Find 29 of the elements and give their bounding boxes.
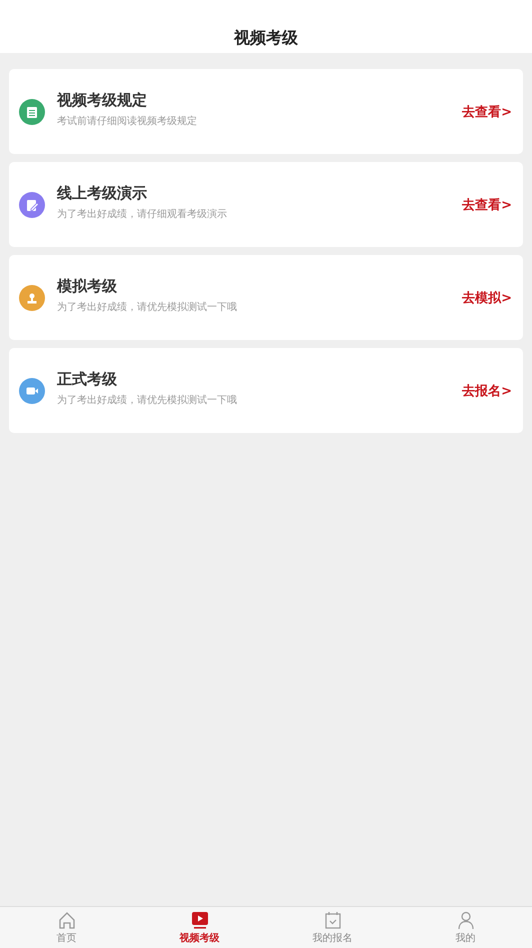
card-link[interactable]: 去查看> [462,196,512,214]
edit-icon [19,192,45,218]
tab[interactable]: 视频考级 [133,907,266,948]
user-icon [456,910,476,930]
card-title: 正式考级 [57,370,118,389]
card-subtitle: 为了考出好成绩，请仔细观看考级演示 [57,208,228,221]
card-subtitle: 为了考出好成绩，请优先模拟测试一下哦 [57,394,238,407]
stamp-icon [19,284,45,310]
entry-card[interactable]: 线上考级演示 为了考出好成绩，请仔细观看考级演示 去查看> [9,162,523,247]
card-title: 模拟考级 [57,277,118,296]
card-subtitle: 考试前请仔细阅读视频考级规定 [57,114,198,128]
video-camera-icon [19,378,45,404]
page-title: 视频考级 [234,28,298,49]
card-title: 线上考级演示 [57,184,148,203]
card-link[interactable]: 去模拟> [462,288,512,306]
play-icon [190,910,210,930]
card-title: 视频考级规定 [57,91,148,110]
card-subtitle: 为了考出好成绩，请优先模拟测试一下哦 [57,300,238,314]
calendar-icon [322,910,342,930]
card-link[interactable]: 去查看> [462,102,512,120]
tab[interactable]: 首页 [0,907,133,948]
entry-card[interactable]: 模拟考级 为了考出好成绩，请优先模拟测试一下哦 去模拟> [9,255,523,340]
card-link[interactable]: 去报名> [462,382,512,400]
entry-card[interactable]: 正式考级 为了考出好成绩，请优先模拟测试一下哦 去报名> [9,348,523,433]
tab[interactable]: 我的报名 [266,907,399,948]
home-icon [56,910,76,930]
entry-card[interactable]: 视频考级规定 考试前请仔细阅读视频考级规定 去查看> [9,69,523,154]
tab[interactable]: 我的 [399,907,532,948]
notepad-icon [19,98,45,124]
